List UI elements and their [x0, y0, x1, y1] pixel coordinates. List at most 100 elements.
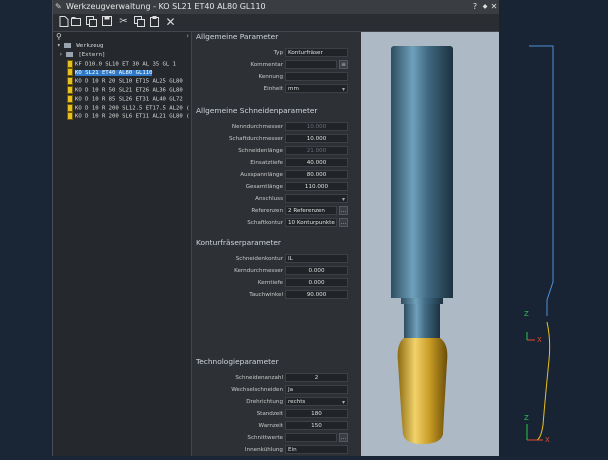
- search-icon[interactable]: ⚲: [56, 32, 62, 41]
- nominal-diameter-label: Nenndurchmesser: [231, 124, 283, 130]
- chevron-down-icon: ▾: [341, 196, 345, 203]
- internal-cooling-field[interactable]: Ein: [285, 445, 348, 454]
- references-button[interactable]: …: [339, 206, 348, 215]
- tool-manager-window: ✎ Werkzeugverwaltung - KO SL21 ET40 AL80…: [52, 0, 500, 456]
- comment-field[interactable]: [285, 60, 337, 69]
- tree-root[interactable]: ▾ Werkzeug: [53, 42, 191, 51]
- shank-contour-button[interactable]: …: [339, 218, 348, 227]
- comment-edit-button[interactable]: ≡: [339, 60, 348, 69]
- section-technology: Technologieparameter: [196, 357, 279, 366]
- shank: [391, 52, 453, 298]
- window-title: Werkzeugverwaltung - KO SL21 ET40 AL80 G…: [66, 2, 266, 11]
- chevron-down-icon: ▾: [341, 399, 345, 406]
- shank-diameter-label: Schaftdurchmesser: [228, 136, 283, 142]
- unit-label: Einheit: [263, 86, 283, 92]
- references-label: Referenzen: [251, 208, 283, 214]
- tree-item-selected[interactable]: KO SL21 ET40 AL80 GL110: [53, 68, 191, 77]
- help-button[interactable]: ?: [470, 0, 480, 14]
- folder-icon: [64, 43, 71, 48]
- profile-view: Z X Z X: [499, 0, 608, 456]
- alternating-flutes-field[interactable]: Ja: [285, 385, 348, 394]
- tool-3d-view[interactable]: [361, 32, 499, 456]
- tool-icon: [67, 94, 73, 103]
- toolbar: ✂ ✕: [53, 14, 499, 32]
- z-axis-label-2: Z: [524, 414, 529, 422]
- tree-item[interactable]: KF D10.0 SL10 ET 30 AL 35 GL 1: [53, 59, 191, 69]
- tree-item[interactable]: KO D 10 R 200 SL12.5 ET17.5 AL20 (: [53, 103, 191, 113]
- save-icon[interactable]: [100, 16, 113, 28]
- paste-icon[interactable]: [148, 16, 161, 28]
- title-bar: ✎ Werkzeugverwaltung - KO SL21 ET40 AL80…: [53, 0, 499, 14]
- cutting-values-field[interactable]: [285, 433, 337, 442]
- insert-depth-label: Einsatztiefe: [250, 160, 283, 166]
- plunge-angle-label: Tauchwinkel: [249, 292, 283, 298]
- type-field[interactable]: Konturfräser: [285, 48, 348, 57]
- shank-contour-field[interactable]: 10 Konturpunkte: [285, 218, 337, 227]
- new-icon[interactable]: [57, 16, 70, 28]
- parameter-panel: Allgemeine Parameter Typ Konturfräser Ko…: [192, 32, 361, 456]
- id-field[interactable]: [285, 72, 348, 81]
- cut-icon[interactable]: ✂: [117, 16, 130, 28]
- cutting-length-field[interactable]: 21.000: [285, 146, 348, 155]
- core-diameter-label: Kerndurchmesser: [234, 268, 283, 274]
- tree-item[interactable]: KO D 10 R 50 SL21 ET26 AL36 GL80: [53, 85, 191, 95]
- shank-diameter-field[interactable]: 10.000: [285, 134, 348, 143]
- tool-life-label: Standzeit: [256, 411, 283, 417]
- cutting-values-button[interactable]: …: [339, 433, 348, 442]
- tool-model: [361, 32, 499, 456]
- z-axis-label: Z: [524, 310, 529, 318]
- tree-item[interactable]: KO D 10 R 200 SL6 ET11 AL21 GL80 (: [53, 112, 191, 121]
- cutting-head: [397, 338, 448, 444]
- chevron-right-icon[interactable]: ›: [186, 32, 189, 40]
- rotation-select[interactable]: rechts ▾: [285, 397, 348, 406]
- copy-icon[interactable]: [133, 16, 146, 28]
- profile-line: [529, 45, 554, 316]
- tool-profile: [526, 45, 554, 441]
- x-axis-label: X: [537, 336, 542, 344]
- x-axis-label-2: X: [545, 436, 550, 444]
- folder-icon: [66, 51, 73, 57]
- expand-icon[interactable]: ›: [59, 51, 63, 58]
- total-length-label: Gesamtlänge: [245, 184, 283, 190]
- delete-icon[interactable]: ✕: [164, 16, 177, 28]
- close-button[interactable]: ✕: [489, 0, 499, 14]
- tool-icon: [67, 68, 73, 77]
- core-depth-label: Kerntiefe: [257, 280, 283, 286]
- tool-icon: [67, 59, 73, 68]
- comment-label: Kommentar: [250, 62, 283, 68]
- import-icon[interactable]: [85, 16, 98, 28]
- nominal-diameter-field[interactable]: 10.000: [285, 122, 348, 131]
- tree-item[interactable]: KO D 10 R 20 SL10 ET15 AL25 GL80: [53, 77, 191, 86]
- overhang-length-label: Ausspannlänge: [240, 172, 283, 178]
- shank-contour-label: Schaftkontur: [247, 220, 283, 226]
- tool-icon: [67, 103, 73, 112]
- warning-time-field[interactable]: 150: [285, 421, 348, 430]
- unit-select[interactable]: mm ▾: [285, 84, 348, 93]
- references-field[interactable]: 2 Referenzen: [285, 206, 337, 215]
- internal-cooling-label: Innenkühlung: [244, 447, 283, 453]
- new-folder-icon[interactable]: [70, 16, 83, 28]
- neck: [404, 304, 440, 338]
- connection-label: Anschluss: [255, 196, 283, 202]
- cutting-contour-field[interactable]: IL: [285, 254, 348, 263]
- insert-depth-field[interactable]: 40.000: [285, 158, 348, 167]
- core-diameter-field[interactable]: 0.000: [285, 266, 348, 275]
- tool-icon: [67, 77, 73, 86]
- section-contour-mill: Konturfräserparameter: [196, 238, 281, 247]
- tree-item[interactable]: KO D 10 R 85 SL26 ET31 AL40 GL72: [53, 94, 191, 104]
- app-icon: ✎: [55, 2, 62, 11]
- total-length-field[interactable]: 110.000: [285, 182, 348, 191]
- tool-icon: [67, 85, 73, 94]
- tree-search[interactable]: ⚲ ›: [53, 32, 191, 42]
- core-depth-field[interactable]: 0.000: [285, 278, 348, 287]
- cutting-length-label: Schneidenlänge: [238, 148, 283, 154]
- overhang-length-field[interactable]: 80.000: [285, 170, 348, 179]
- collapse-icon[interactable]: ▾: [57, 42, 61, 49]
- tree-node-extern[interactable]: › [Extern]: [53, 51, 191, 60]
- plunge-angle-field[interactable]: 90.000: [285, 290, 348, 299]
- flute-count-field[interactable]: 2: [285, 373, 348, 382]
- id-label: Kennung: [258, 74, 283, 80]
- connection-select[interactable]: ▾: [285, 194, 348, 203]
- type-label: Typ: [273, 50, 283, 56]
- tool-life-field[interactable]: 180: [285, 409, 348, 418]
